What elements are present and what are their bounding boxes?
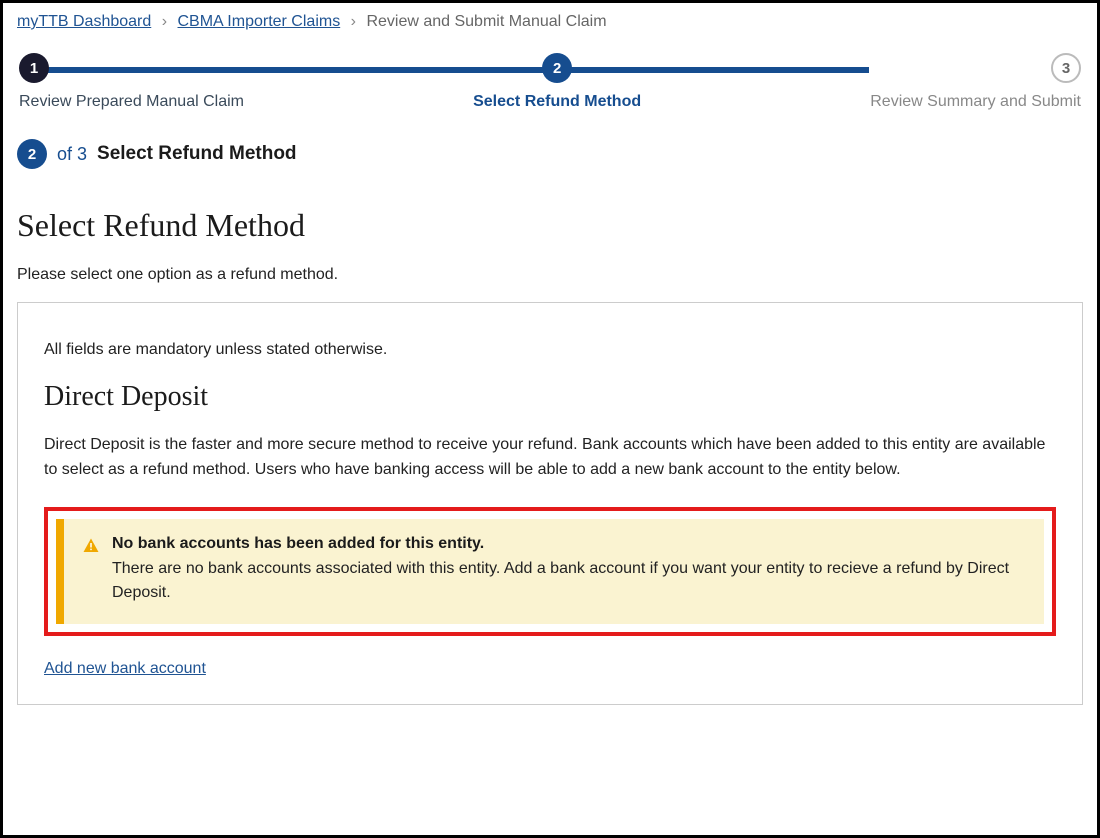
step-label-3: Review Summary and Submit — [870, 93, 1081, 111]
breadcrumb-separator: › — [162, 13, 167, 30]
section-description: Direct Deposit is the faster and more se… — [44, 433, 1056, 483]
progress-indicator: 2 of 3 Select Refund Method — [17, 139, 1083, 169]
breadcrumb-separator: › — [351, 13, 356, 30]
step-circle-3: 3 — [1051, 53, 1081, 83]
page-subtext: Please select one option as a refund met… — [17, 266, 1083, 284]
breadcrumb-link-claims[interactable]: CBMA Importer Claims — [178, 13, 341, 30]
warning-icon — [82, 537, 100, 555]
step-circle-1: 1 — [19, 53, 49, 83]
progress-step-title: Select Refund Method — [97, 143, 297, 165]
step-3: 3 Review Summary and Submit — [870, 53, 1081, 111]
breadcrumb: myTTB Dashboard › CBMA Importer Claims ›… — [17, 13, 1083, 31]
add-bank-account-link[interactable]: Add new bank account — [44, 660, 206, 677]
breadcrumb-current: Review and Submit Manual Claim — [366, 13, 606, 30]
stepper: 1 Review Prepared Manual Claim 2 Select … — [19, 53, 1081, 111]
step-2: 2 Select Refund Method — [473, 53, 641, 111]
section-heading-direct-deposit: Direct Deposit — [44, 381, 1056, 413]
alert-title: No bank accounts has been added for this… — [112, 535, 1026, 553]
breadcrumb-link-dashboard[interactable]: myTTB Dashboard — [17, 13, 151, 30]
progress-current-number: 2 — [17, 139, 47, 169]
step-circle-2: 2 — [542, 53, 572, 83]
warning-alert: No bank accounts has been added for this… — [56, 519, 1044, 625]
page-title: Select Refund Method — [17, 207, 1083, 244]
alert-highlight-frame: No bank accounts has been added for this… — [44, 507, 1056, 637]
progress-of-text: of 3 — [57, 144, 87, 165]
alert-body: There are no bank accounts associated wi… — [112, 557, 1026, 607]
refund-form-box: All fields are mandatory unless stated o… — [17, 302, 1083, 705]
mandatory-note: All fields are mandatory unless stated o… — [44, 341, 1056, 359]
step-label-1: Review Prepared Manual Claim — [19, 93, 244, 111]
alert-content: No bank accounts has been added for this… — [112, 535, 1026, 607]
step-1: 1 Review Prepared Manual Claim — [19, 53, 244, 111]
step-label-2: Select Refund Method — [473, 93, 641, 111]
